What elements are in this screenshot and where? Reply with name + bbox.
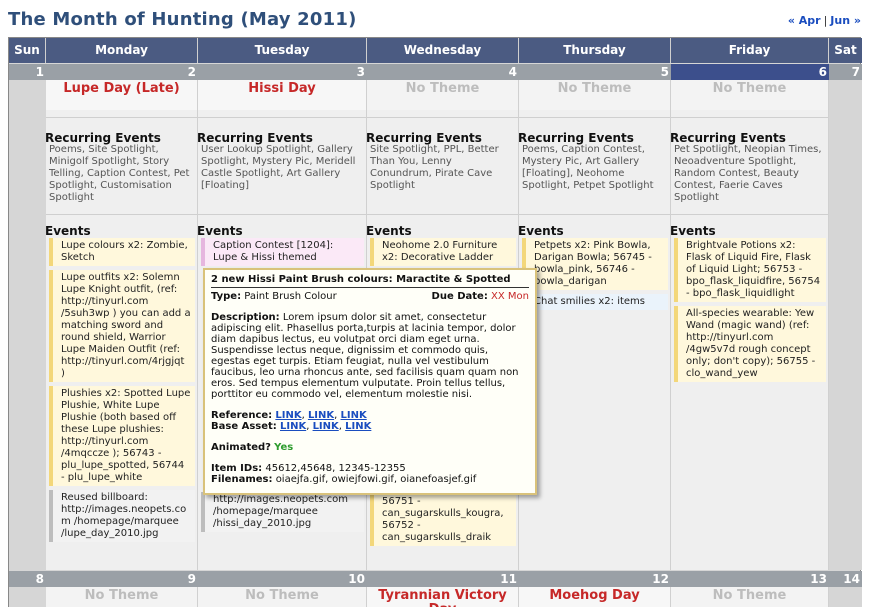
tooltip-base-asset-label: Base Asset: <box>211 421 277 432</box>
events-heading: Events <box>198 224 243 238</box>
event-item[interactable]: Lupe outfits x2: Solemn Lupe Knight outf… <box>49 270 195 382</box>
tooltip-animated-label: Animated? <box>211 442 271 453</box>
tooltip-animated-value: Yes <box>274 442 294 453</box>
tooltip-item-ids-value: 45612,45648, 12345-12355 <box>265 463 406 474</box>
weekday-header-thursday: Thursday <box>519 38 671 63</box>
event-item[interactable]: Lupe colours x2: Zombie, Sketch <box>49 238 195 266</box>
day-cell[interactable]: 2 Lupe Day (Late) Recurring Events Poems… <box>46 64 198 570</box>
event-item[interactable]: Brightvale Potions x2: Flask of Liquid F… <box>674 238 826 302</box>
day-theme: No Theme <box>671 587 828 607</box>
tooltip-item-ids-label: Item IDs: <box>211 463 263 474</box>
nav-separator: | <box>823 14 828 27</box>
event-item[interactable]: Caption Contest [1204]: Lupe & Hissi the… <box>201 238 364 266</box>
date-number: 9 <box>46 571 198 587</box>
date-number: 11 <box>367 571 519 587</box>
day-theme: No Theme <box>46 587 197 607</box>
tooltip-filenames-label: Filenames: <box>211 474 273 485</box>
tooltip-type-value: Paint Brush Colour <box>244 291 337 302</box>
weekday-header-wednesday: Wednesday <box>367 38 519 63</box>
month-nav: « Apr | Jun » <box>788 14 861 27</box>
event-tooltip: 2 new Hissi Paint Brush colours: Maracti… <box>203 268 537 495</box>
tooltip-description-label: Description: <box>211 312 280 323</box>
day-cell-sat[interactable]: 7 <box>829 64 862 570</box>
date-number: 8 <box>9 571 46 587</box>
weekday-header-friday: Friday <box>671 38 829 63</box>
tooltip-type-label: Type: <box>211 291 242 302</box>
recurring-events-heading: Recurring Events <box>671 131 786 145</box>
weekday-header-sun: Sun <box>9 38 46 63</box>
event-item[interactable]: http://images.neopets.com /homepage/marq… <box>201 492 364 532</box>
weekday-header-monday: Monday <box>46 38 198 63</box>
day-theme: Tyrannian Victory Day <box>367 587 518 607</box>
date-number: 5 <box>519 64 671 80</box>
day-cell-today[interactable]: 6 No Theme Recurring Events Pet Spotligh… <box>671 64 829 570</box>
events-heading: Events <box>367 224 412 238</box>
day-theme: Hissi Day <box>198 80 366 110</box>
page-title: The Month of Hunting (May 2011) <box>8 9 357 30</box>
events-heading: Events <box>519 224 564 238</box>
recurring-events-heading: Recurring Events <box>519 131 634 145</box>
event-item[interactable]: Petpets x2: Pink Bowla, Darigan Bowla; 5… <box>522 238 668 290</box>
reference-link[interactable]: LINK <box>308 410 334 421</box>
recurring-events-heading: Recurring Events <box>46 131 161 145</box>
weekday-header-sat: Sat <box>829 38 862 63</box>
recurring-events-heading: Recurring Events <box>198 131 313 145</box>
day-theme: Moehog Day <box>519 587 670 607</box>
day-cell-sat[interactable]: 14 <box>829 571 862 607</box>
events-heading: Events <box>671 224 716 238</box>
recurring-events-list: Site Spotlight, PPL, Better Than You, Le… <box>370 144 499 191</box>
tooltip-due-label: Due Date: <box>431 291 488 302</box>
weekday-header-tuesday: Tuesday <box>198 38 367 63</box>
day-theme: Lupe Day (Late) <box>46 80 197 110</box>
date-number: 3 <box>198 64 367 80</box>
event-item[interactable]: Reused billboard: http://images.neopets.… <box>49 490 195 542</box>
date-number: 7 <box>829 64 862 80</box>
date-number: 10 <box>198 571 367 587</box>
day-theme: No Theme <box>367 80 518 110</box>
day-cell[interactable]: 11 Tyrannian Victory Day <box>367 571 519 607</box>
recurring-events-list: User Lookup Spotlight, Gallery Spotlight… <box>201 144 356 191</box>
tooltip-reference-label: Reference: <box>211 410 273 421</box>
day-theme: No Theme <box>519 80 670 110</box>
date-number: 2 <box>46 64 198 80</box>
prev-month-link[interactable]: « Apr <box>788 14 821 27</box>
date-number: 12 <box>519 571 671 587</box>
recurring-events-heading: Recurring Events <box>367 131 482 145</box>
day-cell[interactable]: 9 No Theme <box>46 571 198 607</box>
event-item[interactable]: Chat smilies x2: items <box>522 294 668 310</box>
day-cell[interactable]: 12 Moehog Day <box>519 571 671 607</box>
day-theme: No Theme <box>198 587 366 607</box>
events-heading: Events <box>46 224 91 238</box>
event-item[interactable]: All-species wearable: Yew Wand (magic wa… <box>674 306 826 382</box>
recurring-events-list: Poems, Site Spotlight, Minigolf Spotligh… <box>49 144 190 203</box>
event-item[interactable]: Plushies x2: Spotted Lupe Plushie, White… <box>49 386 195 486</box>
base-asset-link[interactable]: LINK <box>313 421 339 432</box>
reference-link[interactable]: LINK <box>341 410 367 421</box>
event-item[interactable]: Neohome 2.0 Furniture x2: Decorative Lad… <box>370 238 516 266</box>
date-number: 4 <box>367 64 519 80</box>
base-asset-link[interactable]: LINK <box>280 421 306 432</box>
next-month-link[interactable]: Jun » <box>830 14 861 27</box>
tooltip-title: 2 new Hissi Paint Brush colours: Maracti… <box>211 274 529 288</box>
base-asset-link[interactable]: LINK <box>345 421 371 432</box>
tooltip-due-value: XX Mon <box>491 291 529 302</box>
date-number: 14 <box>829 571 862 587</box>
tooltip-description-text: Lorem ipsum dolor sit amet, consectetur … <box>211 312 519 400</box>
tooltip-filenames-value: oiaejfa.gif, owiejfowi.gif, oianefoasjef… <box>275 474 477 485</box>
date-number: 1 <box>9 64 46 80</box>
reference-link[interactable]: LINK <box>275 410 301 421</box>
date-number: 13 <box>671 571 829 587</box>
day-cell-sun[interactable]: 1 <box>9 64 46 570</box>
day-cell[interactable]: 10 No Theme <box>198 571 367 607</box>
day-theme: No Theme <box>671 80 828 110</box>
day-cell-sun[interactable]: 8 <box>9 571 46 607</box>
recurring-events-list: Poems, Caption Contest, Mystery Pic, Art… <box>522 144 654 191</box>
day-cell[interactable]: 13 No Theme <box>671 571 829 607</box>
recurring-events-list: Pet Spotlight, Neopian Times, Neoadventu… <box>674 144 822 203</box>
day-cell[interactable]: 5 No Theme Recurring Events Poems, Capti… <box>519 64 671 570</box>
date-number: 6 <box>671 64 829 80</box>
